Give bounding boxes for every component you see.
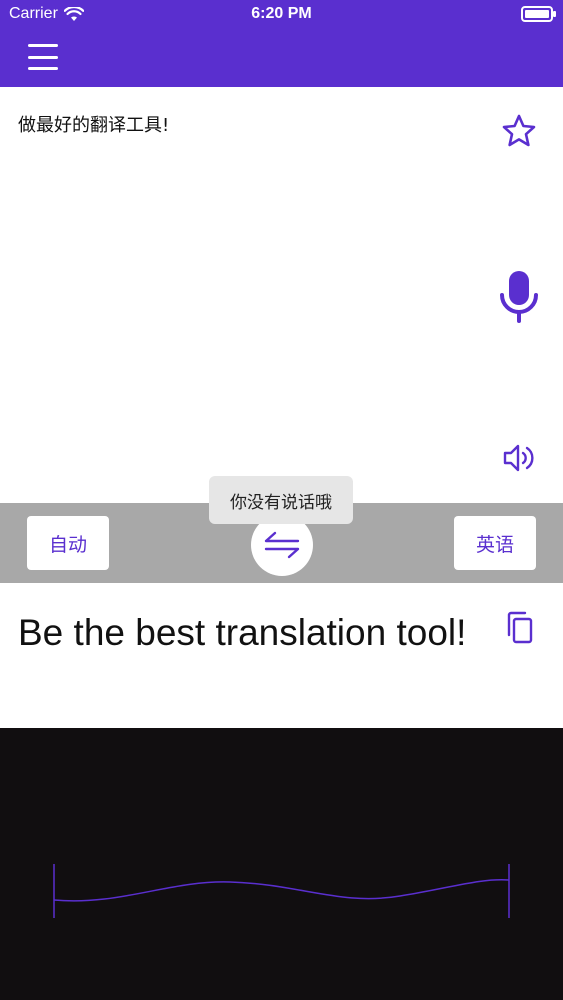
menu-line [28,55,58,59]
source-text[interactable]: 做最好的翻译工具! [18,111,169,137]
hamburger-menu-icon[interactable] [28,44,58,70]
toast-message: 你没有说话哦 [209,476,353,524]
source-panel[interactable]: 做最好的翻译工具! [0,87,563,503]
battery-icon [521,6,556,22]
star-icon [502,114,536,147]
status-bar: Carrier 6:20 PM [0,0,563,28]
top-bar: Carrier 6:20 PM [0,0,563,87]
menu-line [28,44,58,47]
translation-panel: Be the best translation tool! [0,583,563,728]
swap-arrows-icon [264,531,300,559]
voice-waveform-area [0,728,563,1000]
microphone-icon [500,271,538,323]
voice-waveform [53,864,510,918]
copy-button[interactable] [505,611,535,645]
speaker-icon [503,444,534,472]
favorite-button[interactable] [501,113,537,149]
status-time: 6:20 PM [251,5,312,22]
copy-icon [507,611,533,644]
menu-line [28,67,58,70]
speaker-button[interactable] [503,443,537,473]
microphone-button[interactable] [499,269,539,323]
source-language-button[interactable]: 自动 [27,516,109,570]
battery-level [525,10,549,18]
target-language-button[interactable]: 英语 [454,516,536,570]
translation-text: Be the best translation tool! [18,612,467,653]
